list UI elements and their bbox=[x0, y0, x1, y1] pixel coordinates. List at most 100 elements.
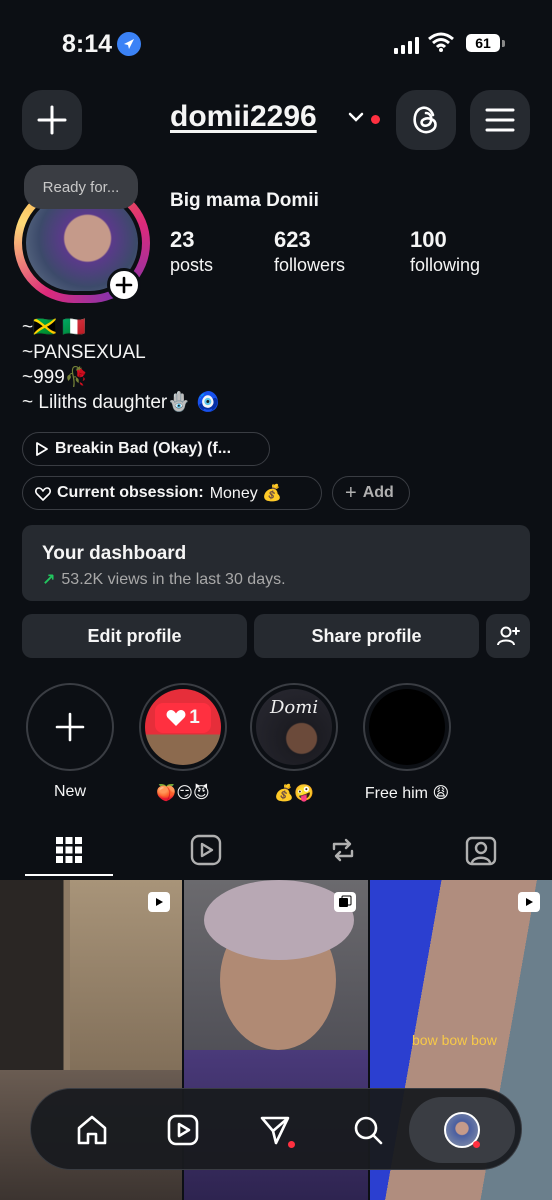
battery-indicator: 61 bbox=[466, 34, 500, 52]
status-time: 8:14 bbox=[62, 30, 113, 58]
highlight-cover bbox=[369, 689, 445, 765]
battery-tip bbox=[502, 40, 505, 47]
multiple-images-icon bbox=[339, 895, 352, 907]
highlight-label: 🍑😏😈 bbox=[156, 785, 210, 802]
tab-tagged[interactable] bbox=[436, 826, 526, 874]
menu-button[interactable] bbox=[470, 90, 530, 150]
trend-up-icon: ↗ bbox=[42, 572, 56, 589]
play-icon bbox=[526, 898, 533, 906]
add-person-icon bbox=[497, 626, 520, 646]
threads-icon bbox=[413, 106, 437, 134]
chevron-down-icon[interactable] bbox=[347, 110, 365, 129]
dashboard-title: Your dashboard bbox=[42, 543, 187, 564]
highlight-item[interactable]: Domi 💰🤪 bbox=[249, 683, 339, 803]
following-label: following bbox=[410, 255, 481, 275]
interest-label: Current obsession: bbox=[57, 484, 204, 501]
stat-posts[interactable]: 23 posts bbox=[170, 227, 213, 276]
threads-button[interactable] bbox=[396, 90, 456, 150]
like-notification-bubble: 1 bbox=[155, 703, 211, 733]
highlight-cover-text: Domi bbox=[270, 697, 319, 718]
edit-profile-label: Edit profile bbox=[87, 625, 182, 646]
status-bar: 8:14 61 bbox=[0, 0, 552, 80]
tab-posts-grid[interactable] bbox=[24, 826, 114, 874]
wifi-icon bbox=[428, 32, 454, 57]
add-story-button[interactable] bbox=[107, 268, 141, 302]
play-icon bbox=[36, 442, 48, 456]
nav-search[interactable] bbox=[343, 1105, 393, 1155]
post-caption: bow bow bow bbox=[412, 1032, 497, 1048]
heart-icon bbox=[166, 710, 186, 726]
notification-dot bbox=[371, 115, 380, 124]
highlight-cover: Domi bbox=[256, 689, 332, 765]
bottom-navigation bbox=[30, 1088, 522, 1170]
add-label: Add bbox=[362, 484, 394, 501]
hat-shape bbox=[204, 880, 354, 960]
note-bubble[interactable]: Ready for... bbox=[24, 165, 138, 209]
active-tab-indicator bbox=[25, 874, 113, 876]
music-pill[interactable]: Breakin Bad (Okay) (f... bbox=[22, 432, 270, 466]
highlight-label: Free him 😩 bbox=[364, 785, 450, 802]
tab-reels[interactable] bbox=[161, 826, 251, 874]
plus-icon bbox=[37, 105, 67, 135]
highlight-item[interactable]: Free him 😩 bbox=[362, 683, 452, 803]
plus-icon bbox=[115, 276, 133, 294]
plus-icon: + bbox=[345, 481, 357, 504]
followers-count: 623 bbox=[274, 227, 311, 252]
profile-username[interactable]: domii2296 bbox=[170, 100, 317, 134]
bio-line: ~PANSEXUAL bbox=[22, 342, 146, 363]
display-name: Big mama Domii bbox=[170, 190, 319, 211]
share-profile-button[interactable]: Share profile bbox=[254, 614, 479, 658]
note-text: Ready for... bbox=[42, 178, 120, 196]
discover-people-button[interactable] bbox=[486, 614, 530, 658]
reels-icon bbox=[167, 1114, 199, 1146]
share-profile-label: Share profile bbox=[311, 625, 422, 646]
interest-pill[interactable]: Current obsession: Money 💰 bbox=[22, 476, 322, 510]
bio-line: ~ Liliths daughter🪬 🧿 bbox=[22, 392, 220, 413]
highlight-circle: Domi bbox=[250, 683, 338, 771]
reel-indicator bbox=[148, 892, 170, 912]
add-button[interactable]: + Add bbox=[332, 476, 410, 510]
music-title: Breakin Bad (Okay) (f... bbox=[55, 440, 232, 457]
repost-icon bbox=[332, 838, 354, 862]
reels-icon bbox=[190, 834, 222, 866]
posts-count: 23 bbox=[170, 227, 195, 252]
heart-icon bbox=[35, 486, 51, 501]
dashboard-card[interactable]: Your dashboard ↗ 53.2K views in the last… bbox=[22, 525, 530, 601]
create-button[interactable] bbox=[22, 90, 82, 150]
highlight-new[interactable]: New bbox=[25, 683, 115, 801]
cellular-signal-icon bbox=[394, 36, 419, 54]
plus-icon bbox=[55, 712, 85, 742]
tab-reposts[interactable] bbox=[298, 826, 388, 874]
carousel-indicator bbox=[334, 892, 356, 912]
play-icon bbox=[156, 898, 163, 906]
dashboard-subtitle: ↗ 53.2K views in the last 30 days. bbox=[42, 570, 510, 590]
bio-line: ~🇯🇲 🇮🇹 bbox=[22, 317, 86, 338]
home-icon bbox=[77, 1115, 107, 1145]
dashboard-views: 53.2K views in the last 30 days. bbox=[61, 571, 286, 588]
bio-line: ~999🥀 bbox=[22, 367, 89, 388]
highlight-item[interactable]: 1 🍑😏😈 bbox=[138, 683, 228, 803]
hamburger-menu-icon bbox=[485, 108, 515, 132]
interest-value: Money 💰 bbox=[209, 485, 283, 502]
location-icon bbox=[117, 32, 141, 56]
following-count: 100 bbox=[410, 227, 447, 252]
highlight-cover: 1 bbox=[145, 689, 221, 765]
stat-following[interactable]: 100 following bbox=[410, 227, 480, 276]
reel-indicator bbox=[518, 892, 540, 912]
door-panel bbox=[70, 880, 182, 1100]
highlight-circle bbox=[363, 683, 451, 771]
paper-plane-icon bbox=[260, 1116, 290, 1145]
followers-label: followers bbox=[274, 255, 346, 275]
posts-label: posts bbox=[170, 255, 214, 275]
highlight-label: 💰🤪 bbox=[274, 785, 314, 802]
nav-reels[interactable] bbox=[158, 1105, 208, 1155]
tagged-person-icon bbox=[465, 836, 497, 866]
bio: ~🇯🇲 🇮🇹 ~PANSEXUAL ~999🥀 ~ Liliths daught… bbox=[22, 315, 220, 415]
like-count: 1 bbox=[189, 707, 200, 728]
nav-home[interactable] bbox=[67, 1105, 117, 1155]
search-icon bbox=[354, 1116, 383, 1145]
nav-direct-messages[interactable] bbox=[250, 1105, 300, 1155]
stat-followers[interactable]: 623 followers bbox=[274, 227, 345, 276]
edit-profile-button[interactable]: Edit profile bbox=[22, 614, 247, 658]
nav-profile[interactable] bbox=[437, 1105, 487, 1155]
